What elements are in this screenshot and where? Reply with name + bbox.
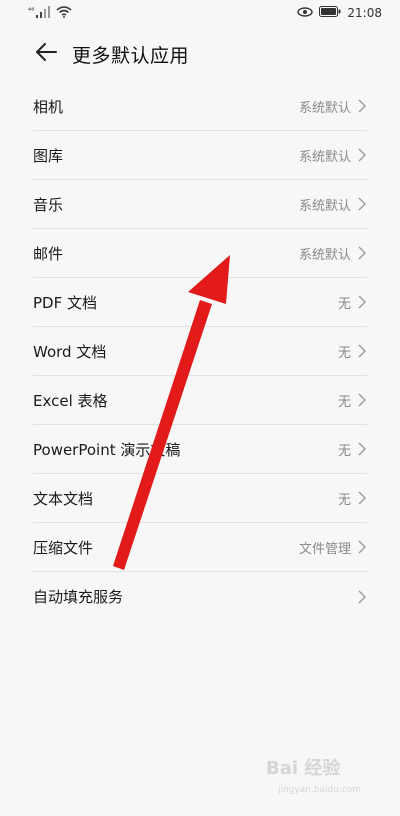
status-left: ⁴⁶ [28,5,72,21]
list-item-music[interactable]: 音乐 系统默认 [33,180,367,229]
list-item-label: 相机 [33,97,64,116]
chevron-right-icon [357,491,367,505]
list-item-value: 系统默认 [298,149,351,165]
list-item-gallery[interactable]: 图库 系统默认 [33,131,367,180]
watermark-subtext: jingyan.baidu.com [277,785,361,795]
wifi-icon [56,5,72,21]
list-item-value: 无 [337,296,351,312]
list-item-value: 文件管理 [298,541,351,557]
list-item-word[interactable]: Word 文档 无 [33,327,367,376]
signal-icon [36,5,51,21]
list-item-right: 无 [338,293,367,312]
list-item-value: 无 [337,443,351,459]
list-item-value: 系统默认 [298,100,351,116]
list-item-right: 系统默认 [299,244,367,263]
network-type-label: ⁴⁶ [28,5,35,15]
watermark-text: Bai 经验 [266,757,341,779]
list-item-autofill[interactable]: 自动填充服务 [33,572,367,621]
back-button[interactable] [26,34,66,74]
chevron-right-icon [357,393,367,407]
list-item-pdf[interactable]: PDF 文档 无 [33,278,367,327]
battery-icon [319,6,341,20]
chevron-right-icon [357,540,367,554]
list-item-label: 自动填充服务 [33,588,124,606]
eye-icon [297,6,314,20]
list-item-label: 邮件 [33,244,64,263]
list-item-camera[interactable]: 相机 系统默认 [33,82,367,131]
list-item-right: 无 [338,489,367,508]
chevron-right-icon [357,295,367,309]
list-item-value: 系统默认 [298,247,351,263]
list-item-right: 系统默认 [299,97,367,116]
list-item-right: 无 [338,440,367,459]
list-item-email[interactable]: 邮件 系统默认 [33,229,367,278]
list-item-right [351,590,367,604]
back-arrow-icon [35,43,57,65]
chevron-right-icon [357,197,367,211]
page-title: 更多默认应用 [72,44,190,67]
list-item-label: 压缩文件 [33,538,94,557]
list-item-label: PowerPoint 演示文稿 [33,440,181,459]
chevron-right-icon [357,442,367,456]
baidu-jingyan-watermark: Bai 经验 jingyan.baidu.com [266,757,361,795]
chevron-right-icon [357,148,367,162]
page-header: 更多默认应用 [0,26,400,82]
list-item-label: Word 文档 [33,342,107,361]
list-item-right: 无 [338,391,367,410]
chevron-right-icon [357,344,367,358]
default-apps-list: 相机 系统默认 图库 系统默认 音乐 系统默认 邮件 系统默认 PDF 文档 无… [33,82,367,621]
list-item-right: 无 [338,342,367,361]
list-item-right: 文件管理 [299,538,367,557]
list-item-archive[interactable]: 压缩文件 文件管理 [33,523,367,572]
status-right: 21:08 [297,6,382,20]
list-item-label: 图库 [33,146,64,165]
list-item-label: 音乐 [33,195,64,214]
list-item-value: 无 [337,394,351,410]
chevron-right-icon [357,99,367,113]
list-item-label: 文本文档 [33,489,94,508]
list-item-powerpoint[interactable]: PowerPoint 演示文稿 无 [33,425,367,474]
status-time: 21:08 [347,6,382,20]
list-item-text-document[interactable]: 文本文档 无 [33,474,367,523]
list-item-value: 无 [337,492,351,508]
chevron-right-icon [357,246,367,260]
list-item-value: 无 [337,345,351,361]
list-item-right: 系统默认 [299,146,367,165]
list-item-label: PDF 文档 [33,293,97,312]
status-bar: ⁴⁶ 21:08 [0,0,400,26]
list-item-excel[interactable]: Excel 表格 无 [33,376,367,425]
chevron-right-icon [357,590,367,604]
list-item-right: 系统默认 [299,195,367,214]
list-item-label: Excel 表格 [33,391,108,410]
list-item-value: 系统默认 [298,198,351,214]
